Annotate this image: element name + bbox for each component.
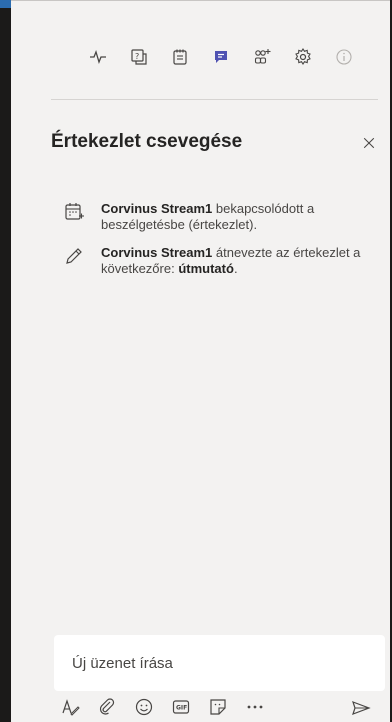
svg-text:?: ?: [135, 52, 139, 61]
paperclip-icon: [99, 698, 115, 715]
emoji-button[interactable]: [131, 694, 157, 720]
more-options-button[interactable]: [242, 694, 268, 720]
close-icon: [363, 137, 375, 149]
header-divider: [51, 99, 378, 100]
close-button[interactable]: [353, 127, 385, 159]
meeting-chat-panel: ? Értekezlet csevegése Corvinus Stream1 …: [11, 0, 392, 722]
gif-button[interactable]: GIF: [168, 694, 194, 720]
people-button[interactable]: [245, 41, 279, 73]
activity-icon: [90, 50, 106, 64]
info-button[interactable]: [327, 41, 361, 73]
notes-icon: [173, 49, 187, 65]
event-actor[interactable]: Corvinus Stream1: [101, 245, 212, 260]
send-icon: [352, 700, 371, 716]
event-actor[interactable]: Corvinus Stream1: [101, 201, 212, 216]
compose-box[interactable]: Új üzenet írása: [54, 635, 385, 691]
event-text: Corvinus Stream1 átnevezte az értekezlet…: [101, 245, 379, 277]
format-icon: [62, 699, 80, 716]
settings-button[interactable]: [286, 41, 320, 73]
event-item: Corvinus Stream1 átnevezte az értekezlet…: [51, 245, 391, 277]
event-item: Corvinus Stream1 bekapcsolódott a beszél…: [51, 201, 391, 233]
qna-button[interactable]: ?: [122, 41, 156, 73]
pencil-icon: [66, 248, 82, 264]
gif-icon: GIF: [172, 700, 190, 714]
more-icon: [247, 705, 263, 709]
activity-button[interactable]: [81, 41, 115, 73]
window-accent-line: [0, 0, 11, 8]
window-left-edge: [0, 0, 11, 722]
format-button[interactable]: [57, 694, 83, 720]
sticker-button[interactable]: [205, 694, 231, 720]
people-add-icon: [254, 49, 271, 64]
emoji-icon: [135, 698, 153, 716]
svg-text:GIF: GIF: [176, 705, 187, 712]
info-icon: [336, 49, 352, 65]
chat-button[interactable]: [204, 41, 238, 73]
event-new-name: útmutató: [178, 261, 234, 276]
compose-placeholder: Új üzenet írása: [72, 655, 173, 672]
calendar-icon: [65, 203, 84, 220]
panel-title: Értekezlet csevegése: [51, 131, 243, 152]
qna-icon: ?: [131, 49, 147, 65]
event-text: Corvinus Stream1 bekapcsolódott a beszél…: [101, 201, 379, 233]
sticker-icon: [210, 699, 226, 715]
chat-event-list: Corvinus Stream1 bekapcsolódott a beszél…: [51, 201, 391, 289]
notes-button[interactable]: [163, 41, 197, 73]
settings-icon: [295, 47, 311, 66]
attach-button[interactable]: [94, 694, 120, 720]
event-message-end: .: [233, 261, 238, 276]
meeting-toolbar: ?: [81, 41, 368, 73]
chat-icon: [215, 51, 227, 63]
send-button[interactable]: [348, 695, 374, 721]
compose-toolbar: GIF: [57, 693, 387, 721]
